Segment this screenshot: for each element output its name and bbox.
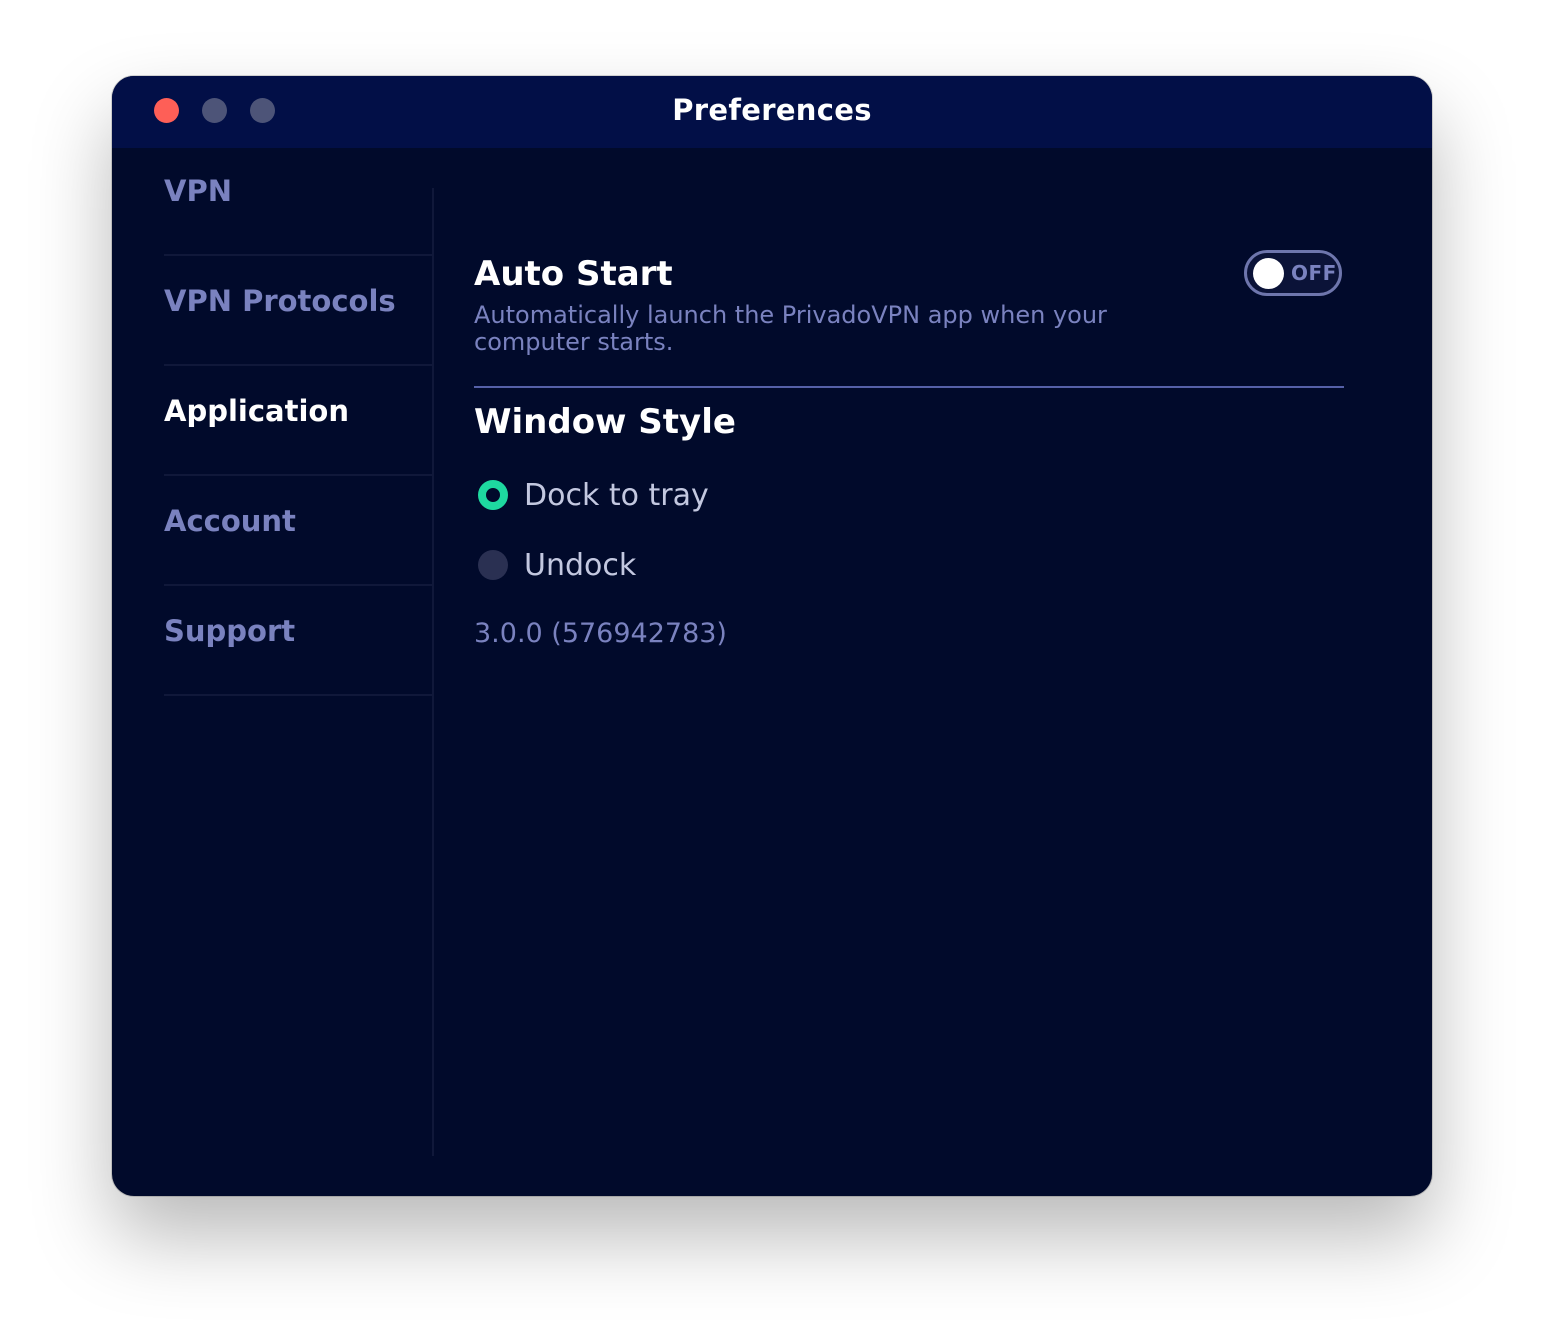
preferences-window: Preferences VPN VPN Protocols Applicatio… [112,76,1432,1196]
sidebar-item-label: VPN [164,174,232,208]
undock-option[interactable]: Undock [474,544,874,588]
window-title: Preferences [672,93,872,127]
radio-unchecked-icon[interactable] [478,550,508,580]
sidebar-item-label: Account [164,504,296,538]
sidebar-item-label: Support [164,614,296,648]
sidebar-item-label: VPN Protocols [164,284,396,318]
dock-to-tray-option[interactable]: Dock to tray [474,474,874,518]
sidebar-item-label: Application [164,394,349,428]
app-version: 3.0.0 (576942783) [474,618,727,649]
toggle-knob [1253,258,1284,289]
auto-start-description: Automatically launch the PrivadoVPN app … [474,301,1107,356]
sidebar-item-account[interactable]: Account [164,478,432,586]
radio-label: Undock [524,548,637,583]
window-style-heading: Window Style [474,402,736,442]
auto-start-toggle[interactable]: OFF [1244,250,1342,296]
radio-label: Dock to tray [524,478,709,513]
section-divider [474,386,1344,388]
radio-checked-icon[interactable] [478,480,508,510]
sidebar-item-vpn[interactable]: VPN [164,148,432,256]
sidebar-divider [432,188,434,1156]
sidebar-item-support[interactable]: Support [164,588,432,696]
sidebar-nav: VPN VPN Protocols Application Account Su… [164,148,432,1196]
sidebar-item-vpn-protocols[interactable]: VPN Protocols [164,258,432,366]
toggle-state-label: OFF [1291,261,1337,285]
sidebar-item-application[interactable]: Application [164,368,432,476]
application-settings-panel: Auto Start Automatically launch the Priv… [474,148,1344,1196]
auto-start-heading: Auto Start [474,254,673,294]
title-bar[interactable]: Preferences [112,76,1432,148]
